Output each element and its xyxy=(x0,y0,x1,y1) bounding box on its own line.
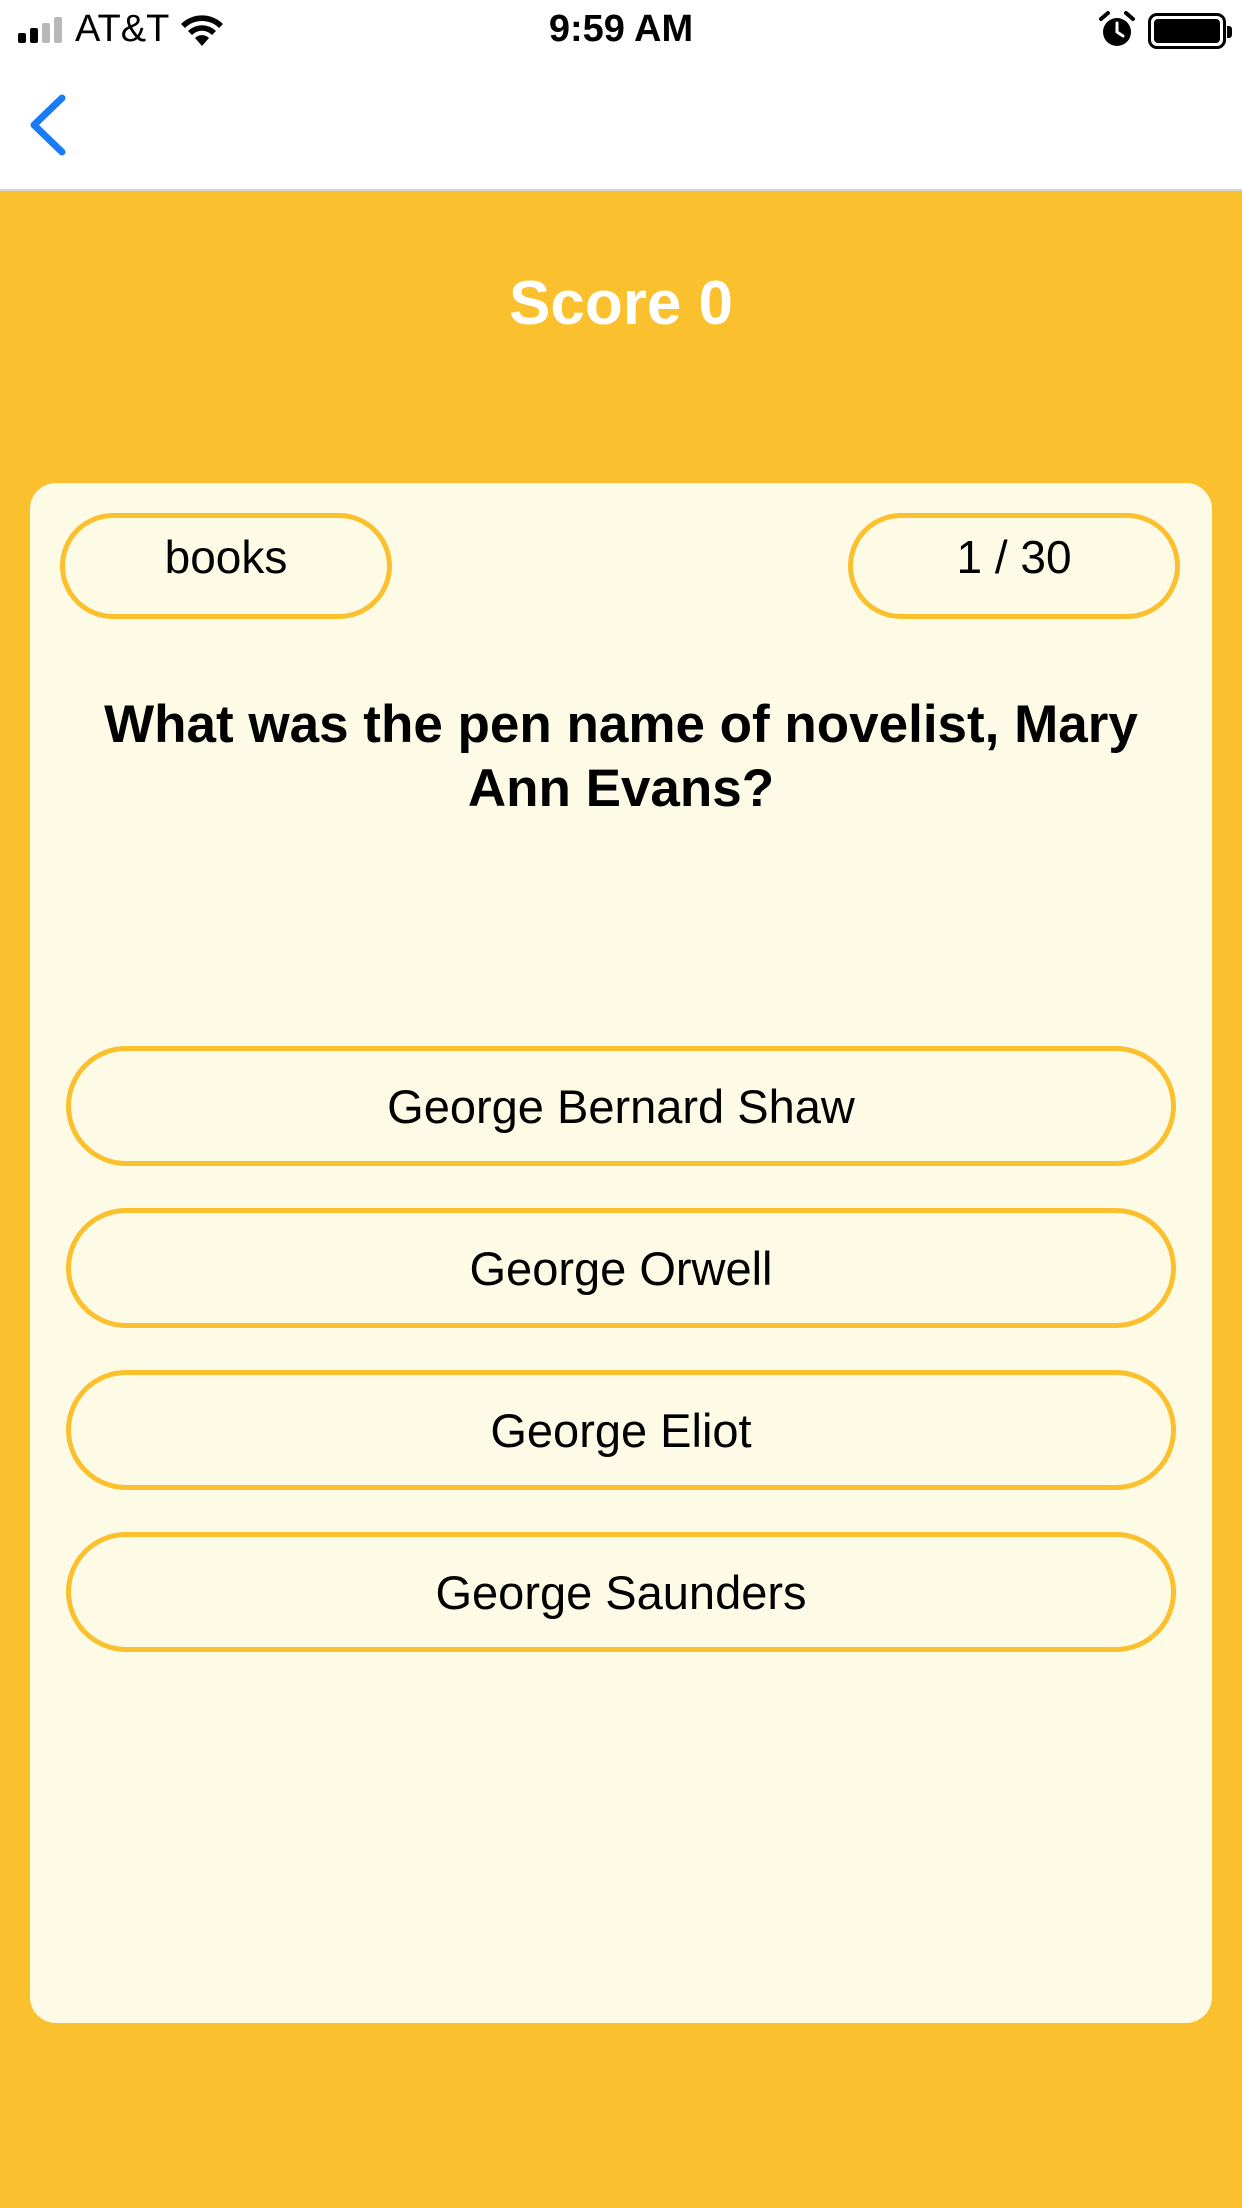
category-badge: books xyxy=(60,513,392,619)
chevron-left-icon xyxy=(30,94,66,156)
status-time: 9:59 AM xyxy=(548,8,694,50)
answer-button[interactable]: George Eliot xyxy=(66,1370,1176,1490)
alarm-icon xyxy=(1099,11,1135,46)
score-label: Score 0 xyxy=(508,269,734,338)
question-text: What was the pen name of novelist, Mary … xyxy=(104,695,1138,818)
status-bar: AT&T 9:59 AM xyxy=(0,0,1242,60)
navigation-bar xyxy=(0,60,1242,191)
answer-button[interactable]: George Bernard Shaw xyxy=(66,1046,1176,1166)
answer-button[interactable]: George Saunders xyxy=(66,1532,1176,1652)
answer-button[interactable]: George Orwell xyxy=(66,1208,1176,1328)
back-button[interactable] xyxy=(20,90,80,160)
battery-icon xyxy=(1148,13,1232,49)
question-card: books 1 / 30 What was the pen name of no… xyxy=(30,483,1212,2023)
question-counter: 1 / 30 xyxy=(848,513,1180,619)
